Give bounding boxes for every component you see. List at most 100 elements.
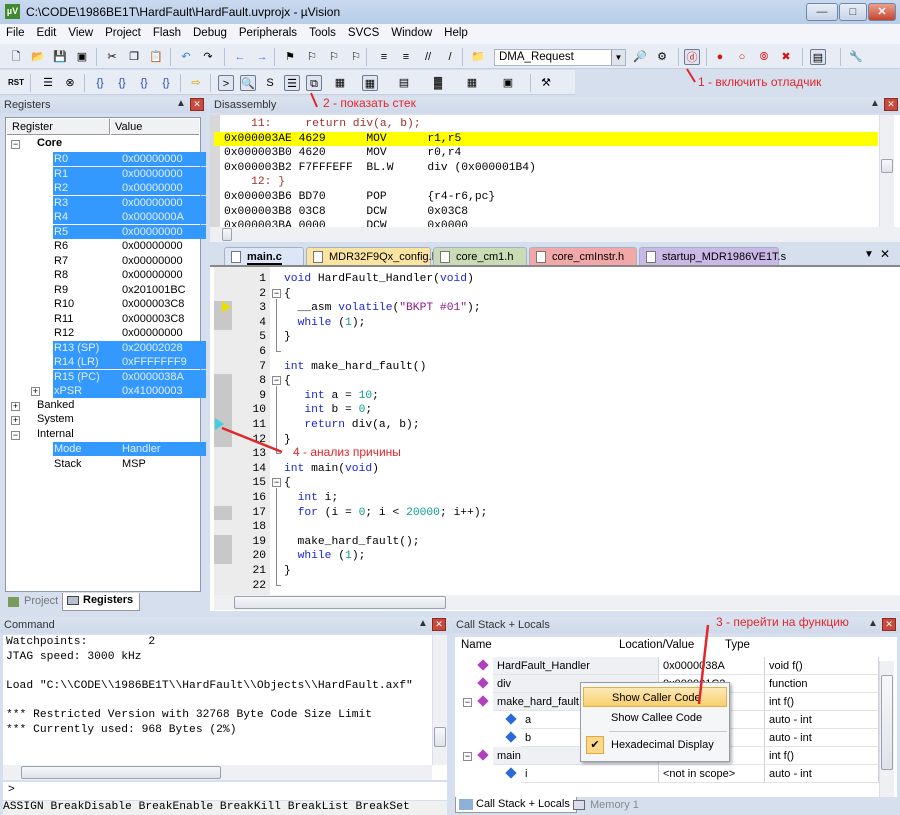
collapse-icon[interactable]: − [11,140,20,149]
code-line[interactable]: while (1); [284,316,366,331]
paste-icon[interactable]: 📋 [148,49,164,65]
toolbox-icon[interactable]: ⚒ [538,75,554,91]
collapse-icon[interactable]: − [463,698,472,707]
register-row-r10[interactable]: R10 0x000003C8 [6,297,202,311]
chevron-down-icon[interactable]: ▼ [611,50,625,65]
minimize-button[interactable]: — [806,3,838,21]
code-line[interactable]: void HardFault_Handler(void) [284,272,474,287]
register-row-r7[interactable]: R7 0x00000000 [6,254,202,268]
run-icon[interactable]: ☰ [40,75,56,91]
indent-icon[interactable]: ≡ [376,49,392,65]
code-line[interactable]: return div(a, b); [284,418,419,433]
incremental-find-icon[interactable]: ⚙ [654,49,670,65]
tab-startup-mdr1986ve1t-s[interactable]: startup_MDR1986VE1T.s [639,247,786,266]
symbols-window-icon[interactable]: S [262,75,278,91]
code-line[interactable]: int a = 10; [284,389,379,404]
column-header-name[interactable]: Name [461,639,492,651]
code-line[interactable]: int main(void) [284,462,379,477]
close-panel-button[interactable]: ✕ [884,98,898,111]
unindent-icon[interactable]: ≡ [398,49,414,65]
scroll-thumb[interactable] [434,727,446,747]
pin-icon[interactable]: ▲ [870,98,880,109]
instruction-row[interactable]: 0x000003B2 F7FFFEFF BL.W div (0x000001B4… [224,161,888,176]
editor-horizontal-scrollbar[interactable] [214,595,900,610]
code-line[interactable]: { [284,287,291,302]
column-header-location[interactable]: Location/Value [619,639,694,651]
navigate-forward-icon[interactable]: → [254,49,270,65]
register-row-r14[interactable]: R14 (LR) 0xFFFFFFF9 [6,355,206,369]
bookmark-icon[interactable]: ⚑ [282,49,298,65]
menu-debug[interactable]: Debug [187,24,233,39]
scroll-thumb[interactable] [881,159,893,173]
trace-windows-icon[interactable]: ▦ [464,75,480,91]
group-internal[interactable]: Internal [37,428,74,440]
scroll-thumb[interactable] [234,596,446,609]
step-out-icon[interactable]: {} [136,75,152,91]
reset-icon[interactable]: RST [8,75,24,91]
menu-item-show-caller-code[interactable]: Show Caller Code [583,687,727,707]
comment-icon[interactable]: // [420,49,436,65]
close-panel-button[interactable]: ✕ [432,618,446,631]
column-header-register[interactable]: Register [7,119,110,135]
register-row-r13[interactable]: R13 (SP) 0x20002028 [6,340,206,355]
register-row-r6[interactable]: R6 0x00000000 [6,239,202,253]
menu-peripherals[interactable]: Peripherals [233,24,303,39]
code-line[interactable]: { [284,374,291,389]
tab-main-c[interactable]: main.c [224,247,304,266]
pin-icon[interactable]: ▲ [176,98,186,109]
tab-callstack-locals[interactable]: Call Stack + Locals [455,797,577,813]
window-layout-icon[interactable]: ▤ [810,49,826,65]
disassembly-view[interactable]: 11: return div(a, b); 0x000003AE 4629 MOV… [210,115,900,227]
save-all-icon[interactable]: ▣ [74,49,90,65]
serial-windows-icon[interactable]: ▤ [396,75,412,91]
fold-collapse-icon[interactable]: − [272,478,281,488]
step-into-icon[interactable]: {} [92,75,108,91]
stop-icon[interactable]: ⊗ [62,75,78,91]
register-row-r12[interactable]: R12 0x00000000 [6,326,202,340]
register-row-r3[interactable]: R3 0x00000000 [6,195,206,210]
code-line[interactable]: { [284,476,291,491]
menu-file[interactable]: File [0,24,31,39]
code-line[interactable]: make_hard_fault(); [284,535,420,550]
register-row-mode[interactable]: Mode Handler [6,442,206,456]
menu-item-show-callee-code[interactable]: Show Callee Code [583,708,727,728]
close-tab-icon[interactable]: ✕ [880,247,890,261]
save-icon[interactable]: 💾 [52,49,68,65]
close-button[interactable]: ✕ [868,3,896,21]
code-line[interactable]: } [284,330,291,345]
register-row-r9[interactable]: R9 0x201001BC [6,283,202,297]
run-to-cursor-icon[interactable]: {} [158,75,174,91]
menu-item-hexadecimal-display[interactable]: ✔ Hexadecimal Display [583,735,727,755]
register-row-r15[interactable]: R15 (PC) 0x0000038A [6,369,206,384]
register-row-r5[interactable]: R5 0x00000000 [6,224,206,239]
instruction-row[interactable]: 0x000003B0 4620 MOV r0,r4 [224,146,888,161]
find-icon[interactable]: 🔎 [632,49,648,65]
instruction-row[interactable]: 0x000003BA 0000 DCW 0x0000 [224,219,888,227]
collapse-icon[interactable]: − [11,430,20,440]
tab-registers[interactable]: Registers [62,593,141,611]
code-line[interactable]: while (1); [284,549,366,564]
clear-bookmarks-icon[interactable]: ⚐ [348,49,364,65]
tab-project[interactable]: Project [4,594,58,610]
register-row-r1[interactable]: R1 0x00000000 [6,166,206,181]
expand-icon[interactable]: + [11,401,20,411]
open-folder-icon[interactable]: 📂 [30,49,46,65]
column-header-type[interactable]: Type [725,639,750,651]
system-viewer-icon[interactable]: ▣ [500,75,516,91]
column-header-value[interactable]: Value [111,119,199,135]
redo-icon[interactable]: ↷ [200,49,216,65]
group-system[interactable]: System [37,413,74,425]
show-next-statement-icon[interactable]: ⇨ [188,75,204,91]
current-instruction[interactable]: 0x000003AE 4629 MOV r1,r5 [214,131,878,147]
instruction-row[interactable]: 0x000003B8 03C8 DCW 0x03C8 [224,205,888,220]
code-line[interactable]: int make_hard_fault() [284,360,426,375]
expand-icon[interactable]: + [11,416,20,425]
pin-icon[interactable]: ▲ [868,618,878,629]
code-line[interactable]: for (i = 0; i < 20000; i++); [284,506,488,521]
pin-icon[interactable]: ▲ [418,618,428,629]
register-row-r0[interactable]: R0 0x00000000 [6,152,206,166]
expand-icon[interactable]: + [31,387,40,396]
menu-svcs[interactable]: SVCS [342,24,385,39]
code-line[interactable]: } [284,564,291,579]
menu-flash[interactable]: Flash [147,24,187,39]
